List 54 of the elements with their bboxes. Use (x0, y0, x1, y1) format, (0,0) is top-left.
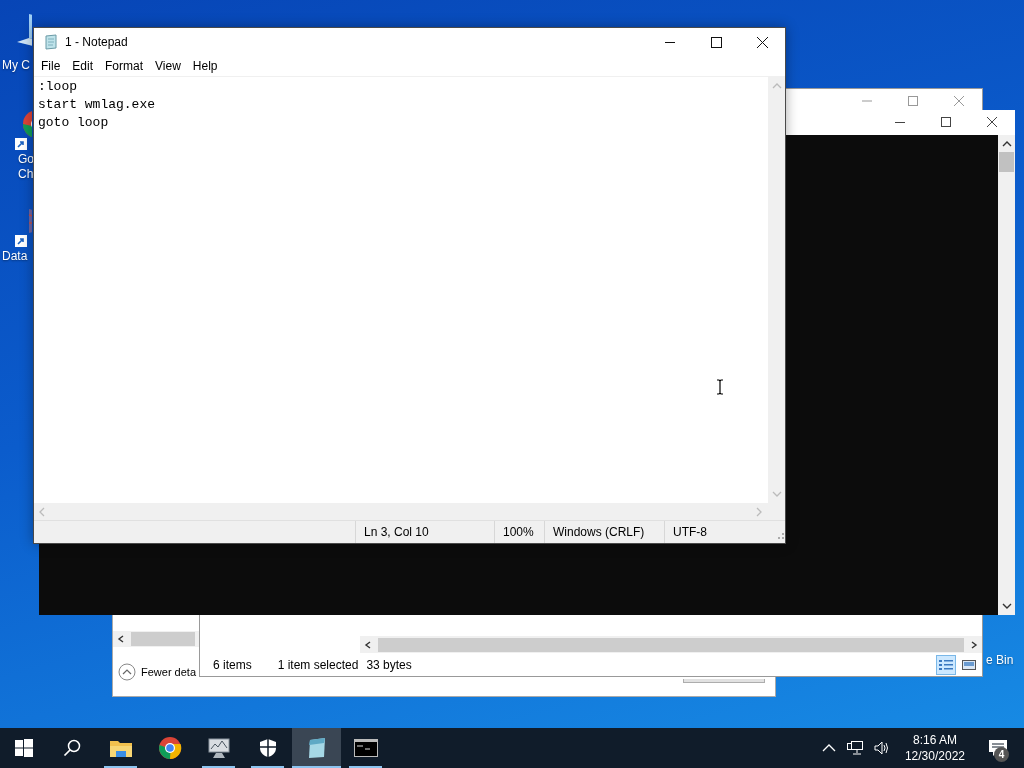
text-line: start wmlag.exe (38, 96, 157, 114)
network-icon[interactable] (845, 740, 864, 756)
text-line: goto loop (38, 114, 110, 132)
notification-count: 4 (994, 747, 1009, 762)
icon-label[interactable]: Data (2, 249, 28, 264)
vertical-scrollbar[interactable] (998, 135, 1015, 615)
scroll-right-icon[interactable] (970, 640, 978, 649)
horizontal-scrollbar[interactable] (360, 636, 982, 653)
selection-size: 33 bytes (366, 657, 412, 672)
scrollbar-thumb[interactable] (999, 152, 1014, 172)
text-line: :loop (38, 78, 78, 96)
search-icon (63, 739, 81, 757)
details-view-button[interactable] (936, 654, 956, 675)
menu-item[interactable]: Edit (66, 59, 100, 73)
chrome-icon (157, 736, 182, 760)
clock[interactable]: 8:16 AM 12/30/2022 (894, 728, 975, 768)
clock-time: 8:16 AM (912, 732, 957, 748)
menu-item[interactable]: Help (186, 59, 224, 73)
icon-label[interactable]: Go (18, 152, 34, 167)
chevron-up-circle-icon[interactable] (118, 663, 136, 681)
item-count: 6 items (213, 657, 252, 672)
notepad-button[interactable] (292, 728, 341, 768)
text-cursor-icon (716, 379, 724, 395)
menu-item[interactable]: Format (99, 59, 150, 73)
details-list-icon (938, 657, 954, 672)
details-toggle-label[interactable]: Fewer deta (141, 666, 197, 678)
notepad-icon (43, 34, 59, 50)
shield-icon (258, 738, 277, 758)
status-field: Ln 3, Col 10 (355, 521, 494, 543)
icon-label[interactable]: Ch (18, 167, 34, 182)
window-title: 1 - Notepad (65, 35, 128, 49)
monitor-chart-icon (206, 737, 231, 759)
chevron-up-icon[interactable] (821, 743, 836, 753)
status-field: Windows (CRLF) (544, 521, 664, 543)
scroll-left-icon[interactable] (117, 635, 125, 643)
menu-item[interactable]: View (149, 59, 187, 73)
console-icon (353, 739, 378, 757)
image-icon (961, 657, 977, 672)
selection-info: 1 item selected (277, 657, 359, 672)
windows-logo-icon (15, 739, 33, 757)
status-field: UTF-8 (664, 521, 774, 543)
status-field: 100% (494, 521, 544, 543)
icon-label[interactable]: My C (2, 58, 30, 73)
scroll-up-icon[interactable] (1001, 140, 1012, 148)
notification-button[interactable]: 4 (975, 728, 1021, 768)
menu-item[interactable]: File (35, 59, 67, 73)
clock-date: 12/30/2022 (904, 748, 965, 764)
scroll-left-icon[interactable] (364, 640, 372, 649)
icon-label[interactable]: e Bin (986, 653, 1014, 667)
folder-icon (108, 738, 133, 758)
volume-icon[interactable] (873, 740, 890, 756)
scroll-down-icon[interactable] (1001, 602, 1012, 610)
horizontal-scrollbar[interactable] (113, 631, 199, 647)
text-editor[interactable]: :loop start wmlag.exe goto loop (34, 77, 768, 503)
